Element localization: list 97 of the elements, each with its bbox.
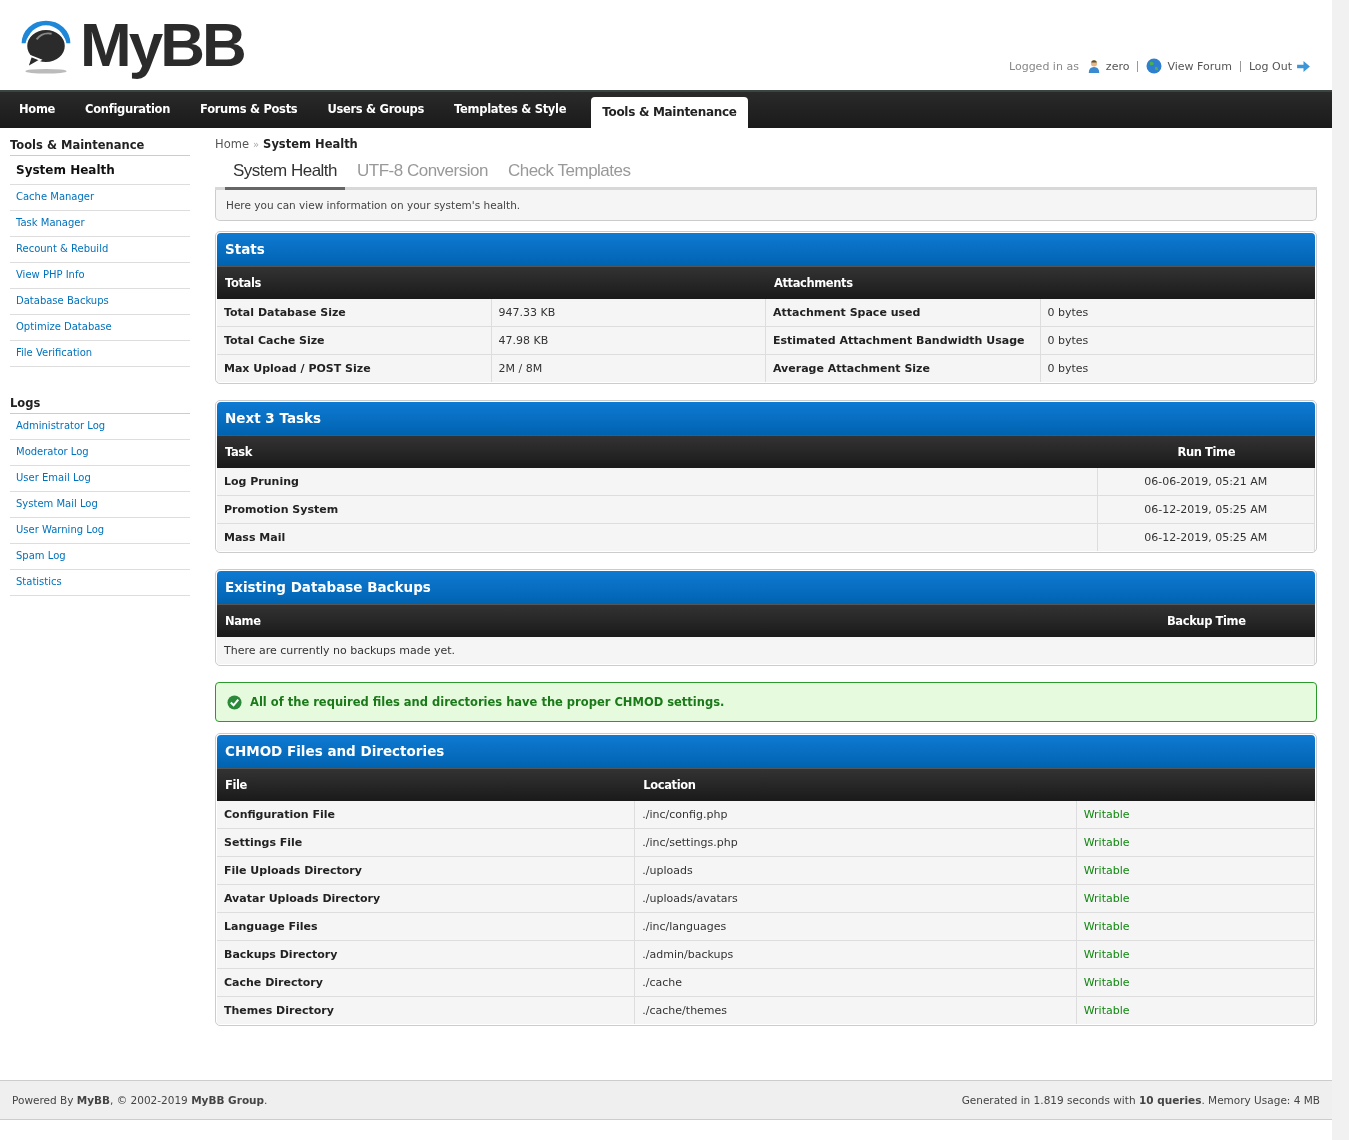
sidebar-item[interactable]: Spam Log xyxy=(10,544,190,570)
footer-stats: Generated in 1.819 seconds with 10 queries. Memory Usage: 4 MB xyxy=(961,1094,1320,1106)
table-cell: Settings File xyxy=(217,829,636,857)
table-cell: File Uploads Directory xyxy=(217,857,636,885)
sidebar-item[interactable]: Recount & Rebuild xyxy=(10,237,190,263)
log-out-link[interactable]: Log Out xyxy=(1248,59,1292,73)
column-header: Task xyxy=(217,435,1098,468)
table-cell: Max Upload / POST Size xyxy=(217,355,492,382)
nav-tab[interactable]: Configuration xyxy=(70,94,186,128)
panel-title: Existing Database Backups xyxy=(217,571,1315,604)
sidebar-item[interactable]: Database Backups xyxy=(10,289,190,315)
globe-icon xyxy=(1146,58,1163,74)
description-text: Here you can view information on your system's health. xyxy=(226,199,521,211)
sidebar-item[interactable]: System Health xyxy=(10,156,190,185)
scrollbar[interactable] xyxy=(1332,0,1349,1140)
table-cell: Average Attachment Size xyxy=(766,355,1041,382)
table-cell: ./uploads xyxy=(635,857,1077,885)
table-cell: Log Pruning xyxy=(217,468,1098,496)
breadcrumb-separator: » xyxy=(252,139,260,150)
table-cell: Language Files xyxy=(217,913,636,941)
column-header: Attachments xyxy=(766,266,1315,299)
status-text: Writable xyxy=(1076,997,1315,1024)
sidebar-item[interactable]: User Warning Log xyxy=(10,518,190,544)
table-cell: 06-12-2019, 05:25 AM xyxy=(1097,524,1315,551)
table-cell: Total Cache Size xyxy=(217,327,492,355)
table-cell: Backups Directory xyxy=(217,941,636,969)
status-text: Writable xyxy=(1076,913,1315,941)
table-cell: ./admin/backups xyxy=(635,941,1077,969)
table-cell: 947.33 KB xyxy=(491,299,766,327)
table-cell: Mass Mail xyxy=(217,524,1098,551)
sidebar-item[interactable]: User Email Log xyxy=(10,466,190,492)
column-header: Location xyxy=(635,768,1315,801)
panel-title: Next 3 Tasks xyxy=(217,402,1315,435)
panel-title: Stats xyxy=(217,233,1315,266)
sidebar-item[interactable]: Cache Manager xyxy=(10,185,190,211)
table-cell: 0 bytes xyxy=(1040,327,1315,355)
column-header: Name xyxy=(217,604,1098,637)
username-link[interactable]: zero xyxy=(1105,59,1130,73)
status-text: Writable xyxy=(1076,801,1315,829)
nav-tab[interactable]: Tools & Maintenance xyxy=(591,97,748,128)
nav-tab[interactable]: Users & Groups xyxy=(312,94,440,128)
status-text: Writable xyxy=(1076,969,1315,997)
footer-credit: Powered By MyBB, © 2002-2019 MyBB Group. xyxy=(12,1094,268,1106)
table-cell: ./cache/themes xyxy=(635,997,1077,1024)
checkmark-icon xyxy=(227,694,242,710)
logged-in-label: Logged in as xyxy=(1009,59,1079,73)
view-forum-link[interactable]: View Forum xyxy=(1167,59,1232,73)
table-cell: Cache Directory xyxy=(217,969,636,997)
table-cell: Promotion System xyxy=(217,496,1098,524)
sidebar-item[interactable]: Moderator Log xyxy=(10,440,190,466)
table-cell: Estimated Attachment Bandwidth Usage xyxy=(766,327,1041,355)
table-cell: ./inc/languages xyxy=(635,913,1077,941)
notice-text: All of the required files and directories have the proper CHMOD settings. xyxy=(250,695,725,709)
empty-message: There are currently no backups made yet. xyxy=(217,637,1315,664)
breadcrumb-link[interactable]: Home xyxy=(215,137,249,151)
page-tab[interactable]: Check Templates xyxy=(499,161,639,187)
nav-tab[interactable]: Forums & Posts xyxy=(185,94,313,128)
table-cell: Attachment Space used xyxy=(766,299,1041,327)
table-cell: Configuration File xyxy=(217,801,636,829)
table-cell: Total Database Size xyxy=(217,299,492,327)
table-cell: ./inc/config.php xyxy=(635,801,1077,829)
table-cell: 0 bytes xyxy=(1040,355,1315,382)
status-text: Writable xyxy=(1076,857,1315,885)
sidebar-item[interactable]: Administrator Log xyxy=(10,414,190,440)
table-cell: Themes Directory xyxy=(217,997,636,1024)
nav-tab[interactable]: Templates & Style xyxy=(439,94,582,128)
table-cell: 06-12-2019, 05:25 AM xyxy=(1097,496,1315,524)
sidebar-item[interactable]: Optimize Database xyxy=(10,315,190,341)
sidebar-heading: Logs xyxy=(10,395,190,414)
table-cell: 2M / 8M xyxy=(491,355,766,382)
sidebar-item[interactable]: Statistics xyxy=(10,570,190,596)
table-cell: 06-06-2019, 05:21 AM xyxy=(1097,468,1315,496)
table-cell: 0 bytes xyxy=(1040,299,1315,327)
panel-title: CHMOD Files and Directories xyxy=(217,735,1315,768)
status-text: Writable xyxy=(1076,829,1315,857)
arrow-right-icon xyxy=(1297,60,1310,72)
logo[interactable]: MyBB xyxy=(16,10,244,80)
column-header: Totals xyxy=(217,266,766,299)
page-tab[interactable]: UTF-8 Conversion xyxy=(349,161,496,187)
nav-tab[interactable]: Home xyxy=(4,94,71,128)
user-icon xyxy=(1086,59,1101,73)
breadcrumb-current: System Health xyxy=(263,137,358,151)
sidebar-item[interactable]: File Verification xyxy=(10,341,190,367)
sidebar-item[interactable]: System Mail Log xyxy=(10,492,190,518)
sidebar-item[interactable]: View PHP Info xyxy=(10,263,190,289)
sidebar-heading: Tools & Maintenance xyxy=(10,137,190,156)
table-cell: Avatar Uploads Directory xyxy=(217,885,636,913)
column-header: Run Time xyxy=(1097,435,1315,468)
status-text: Writable xyxy=(1076,941,1315,969)
table-cell: ./cache xyxy=(635,969,1077,997)
column-header: File xyxy=(217,768,636,801)
table-cell: ./inc/settings.php xyxy=(635,829,1077,857)
status-text: Writable xyxy=(1076,885,1315,913)
table-cell: ./uploads/avatars xyxy=(635,885,1077,913)
column-header: Backup Time xyxy=(1097,604,1315,637)
table-cell: 47.98 KB xyxy=(491,327,766,355)
sidebar-item[interactable]: Task Manager xyxy=(10,211,190,237)
